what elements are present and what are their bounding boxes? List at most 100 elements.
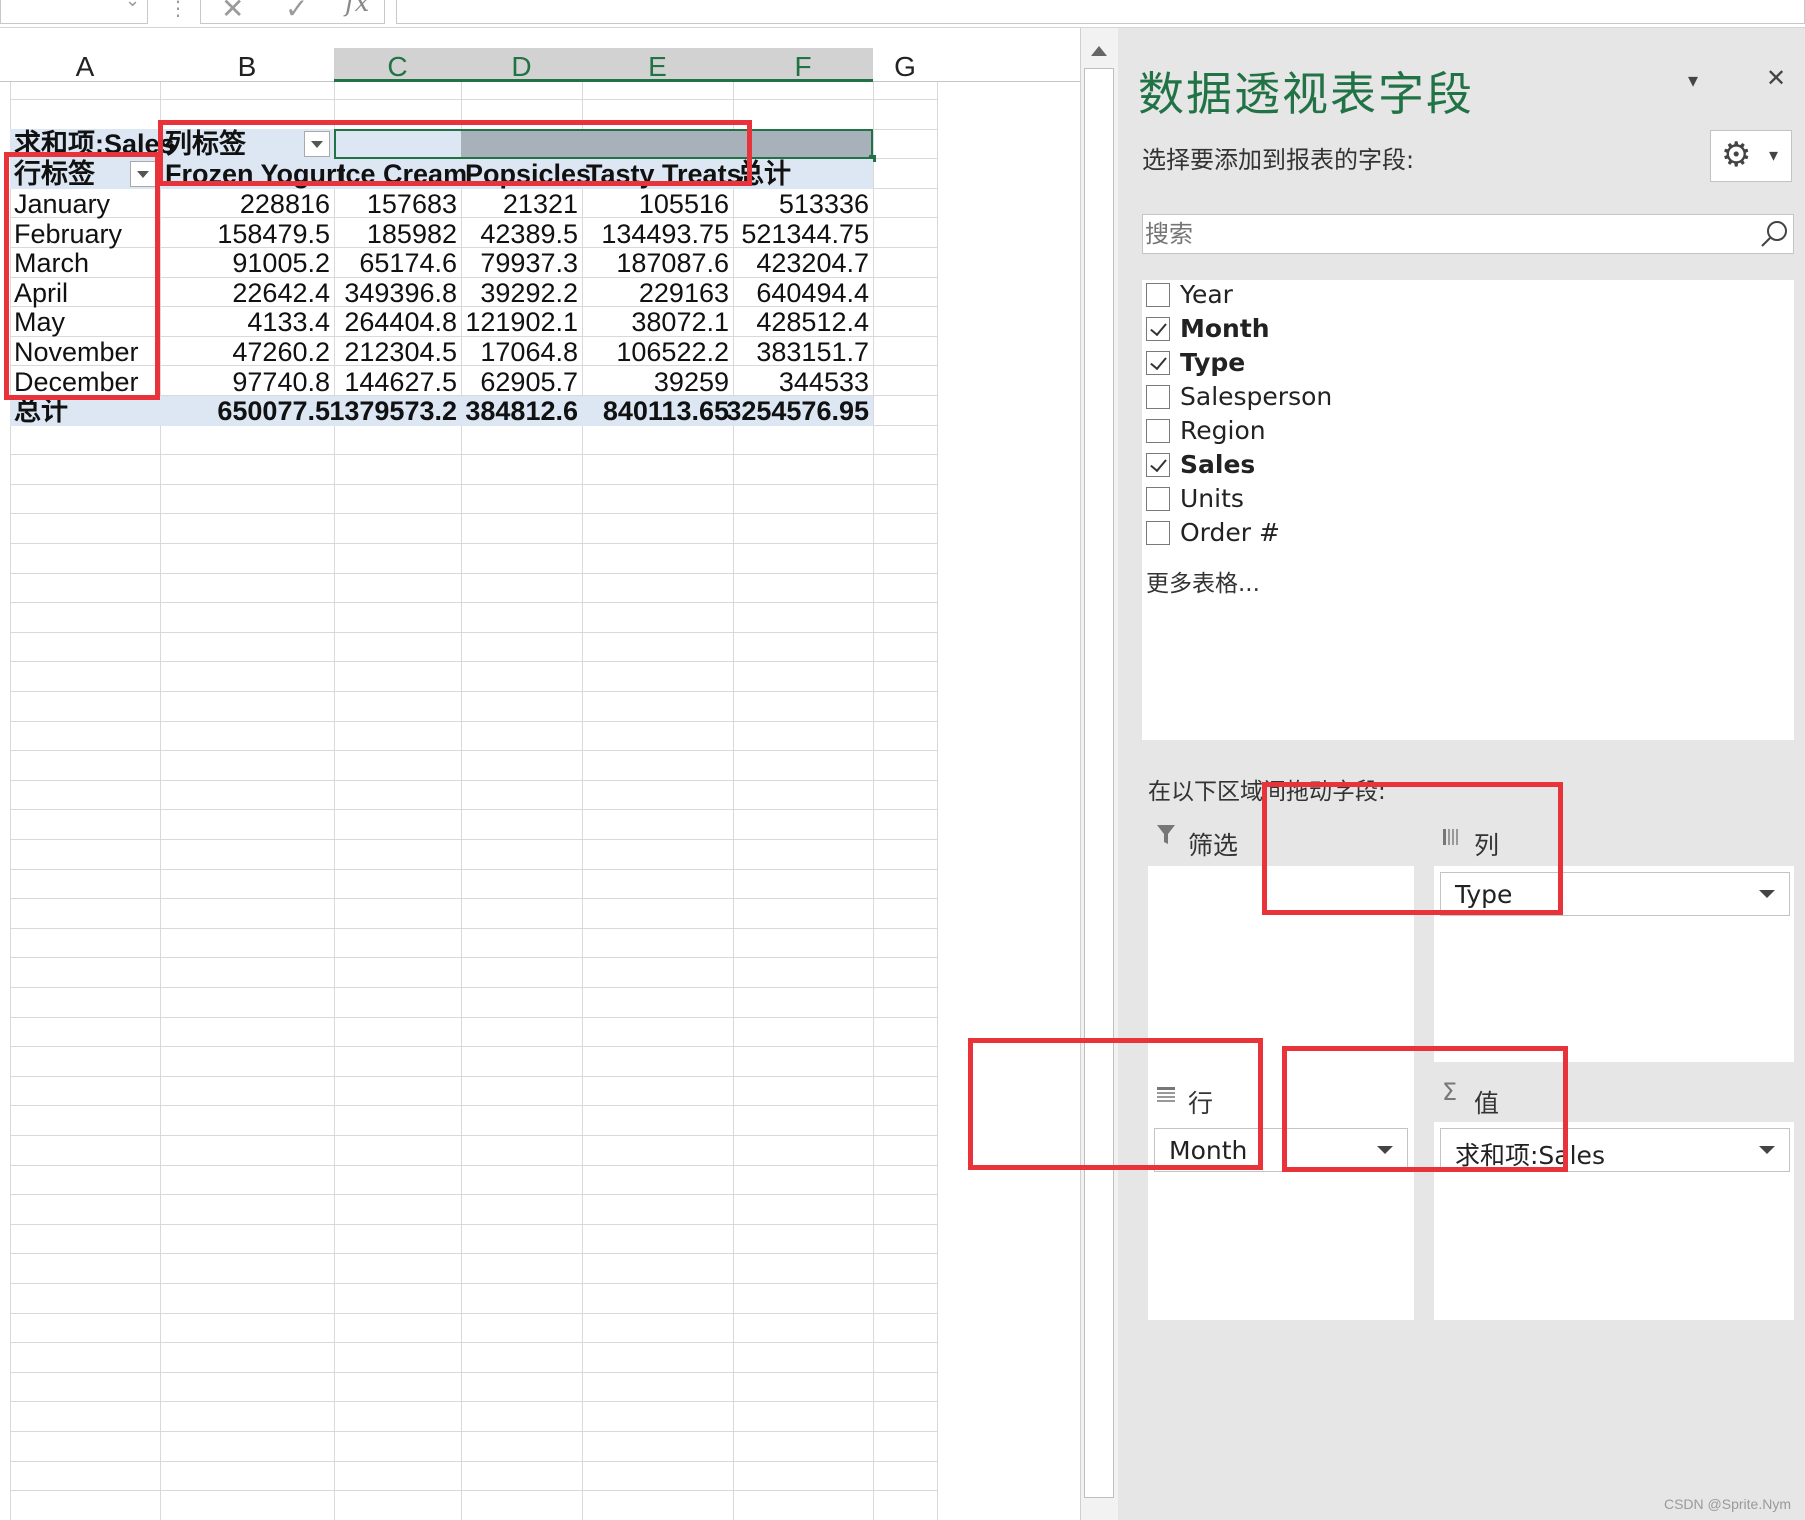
selected-range[interactable] (461, 129, 873, 159)
chevron-down-icon[interactable] (1759, 1146, 1775, 1154)
column-header-e[interactable]: E (582, 48, 733, 82)
col-header-tasty-treats[interactable]: Tasty Treats (586, 157, 742, 191)
row-gridline (10, 513, 937, 514)
field-checkbox[interactable] (1146, 453, 1170, 477)
grand-total-cell[interactable]: 3254576.95 (699, 394, 869, 428)
scroll-thumb[interactable] (1084, 68, 1114, 1498)
col-header-popsicles[interactable]: Popsicles (465, 157, 591, 191)
field-item-year[interactable]: Year (1146, 280, 1786, 314)
row-label[interactable]: March (14, 246, 89, 280)
pivot-row-labels[interactable]: 行标签 (14, 157, 95, 191)
fx-icon[interactable]: fx (345, 0, 369, 18)
field-checkbox[interactable] (1146, 317, 1170, 341)
gear-icon: ⚙ (1721, 135, 1752, 175)
chevron-down-icon[interactable] (1759, 890, 1775, 898)
field-item-month[interactable]: Month (1146, 314, 1786, 348)
row-gridline (10, 1372, 937, 1373)
value-cell[interactable]: 513336 (699, 187, 869, 221)
rows-field-chip[interactable]: Month (1154, 1128, 1408, 1172)
grand-total-label[interactable]: 总计 (14, 394, 68, 428)
column-header-d[interactable]: D (461, 48, 582, 82)
field-checkbox[interactable] (1146, 487, 1170, 511)
field-label: Year (1180, 280, 1233, 309)
value-cell[interactable]: 383151.7 (699, 335, 869, 369)
enter-icon[interactable]: ✓ (285, 0, 308, 25)
column-header-c[interactable]: C (334, 48, 461, 82)
value-cell[interactable]: 423204.7 (699, 246, 869, 280)
row-label[interactable]: January (14, 187, 110, 221)
more-tables-link[interactable]: 更多表格... (1146, 564, 1260, 598)
row-gridline (10, 1431, 937, 1432)
column-labels-filter-button[interactable] (304, 131, 330, 157)
close-icon[interactable]: ✕ (1766, 64, 1786, 92)
filter-icon (1156, 824, 1176, 852)
row-gridline (10, 1046, 937, 1047)
selected-cell-c[interactable] (334, 129, 461, 159)
row-gridline (10, 602, 937, 603)
value-cell[interactable]: 121902.1 (408, 305, 578, 339)
row-label[interactable]: May (14, 305, 65, 339)
row-gridline (10, 780, 937, 781)
row-gridline (10, 1253, 937, 1254)
value-cell[interactable]: 17064.8 (408, 335, 578, 369)
field-item-units[interactable]: Units (1146, 484, 1786, 518)
field-item-region[interactable]: Region (1146, 416, 1786, 450)
row-gridline (10, 1313, 937, 1314)
values-field-chip[interactable]: 求和项:Sales (1440, 1128, 1790, 1172)
field-search-box[interactable] (1142, 214, 1794, 254)
field-checkbox[interactable] (1146, 351, 1170, 375)
columns-area-label: 列 (1474, 831, 1500, 860)
chevron-down-icon[interactable]: ⌄ (125, 0, 140, 11)
column-header-f[interactable]: F (733, 48, 873, 82)
field-checkbox[interactable] (1146, 419, 1170, 443)
scroll-up-icon[interactable] (1091, 46, 1107, 56)
row-gridline (10, 1401, 937, 1402)
filter-area-header: 筛选 (1148, 814, 1412, 864)
grand-total-cell[interactable]: 384812.6 (408, 394, 578, 428)
row-gridline (10, 957, 937, 958)
pivot-field-pane: 数据透视表字段 ▾ ✕ 选择要添加到报表的字段: ⚙ ▾ Year Month Ty… (968, 28, 1805, 1520)
col-header-grand-total[interactable]: 总计 (737, 157, 791, 191)
value-cell[interactable]: 21321 (408, 187, 578, 221)
pane-options-chevron-icon[interactable]: ▾ (1688, 68, 1698, 92)
field-label: Region (1180, 416, 1266, 445)
field-checkbox[interactable] (1146, 283, 1170, 307)
search-icon[interactable] (1759, 219, 1789, 249)
formula-input[interactable] (396, 0, 1805, 24)
values-area-header: Σ 值 (1434, 1072, 1794, 1122)
rows-area-header: 行 (1148, 1072, 1412, 1122)
value-cell[interactable]: 428512.4 (699, 305, 869, 339)
field-item-salesperson[interactable]: Salesperson (1146, 382, 1786, 416)
column-header-b[interactable]: B (160, 48, 334, 82)
row-gridline (10, 1165, 937, 1166)
row-labels-filter-button[interactable] (130, 161, 156, 187)
value-cell[interactable]: 79937.3 (408, 246, 578, 280)
row-gridline (10, 543, 937, 544)
pivot-values-label[interactable]: 求和项:Sales (14, 127, 175, 161)
sigma-icon: Σ (1442, 1078, 1458, 1106)
chevron-down-icon[interactable] (1377, 1146, 1393, 1154)
row-gridline (10, 1135, 937, 1136)
columns-area-header: 列 (1434, 814, 1794, 864)
tools-button[interactable]: ⚙ ▾ (1710, 130, 1792, 182)
row-gridline (10, 750, 937, 751)
field-label: Units (1180, 484, 1244, 513)
vertical-scrollbar[interactable] (1080, 28, 1118, 1520)
field-checkbox[interactable] (1146, 521, 1170, 545)
column-header-a[interactable]: A (10, 48, 160, 82)
search-input[interactable] (1145, 216, 1745, 252)
worksheet[interactable]: A B C D E F G 求和项:Sales 列标签 行标签 Frozen Y… (0, 28, 1080, 1520)
cancel-icon[interactable]: ✕ (221, 0, 244, 25)
field-item-type[interactable]: Type (1146, 348, 1786, 382)
column-header-g[interactable]: G (873, 48, 937, 82)
col-header-ice-cream[interactable]: Ice Cream (338, 157, 467, 191)
name-box[interactable]: ⌄ (0, 0, 148, 24)
row-label[interactable]: November (14, 335, 139, 369)
col-header-frozen-yogurt[interactable]: Frozen Yogurt (165, 157, 346, 191)
watermark: CSDN @Sprite.Nym (1663, 1496, 1791, 1512)
columns-field-chip[interactable]: Type (1440, 872, 1790, 916)
field-checkbox[interactable] (1146, 385, 1170, 409)
field-item-sales[interactable]: Sales (1146, 450, 1786, 484)
field-item-order[interactable]: Order # (1146, 518, 1786, 552)
pivot-column-labels[interactable]: 列标签 (165, 127, 246, 161)
